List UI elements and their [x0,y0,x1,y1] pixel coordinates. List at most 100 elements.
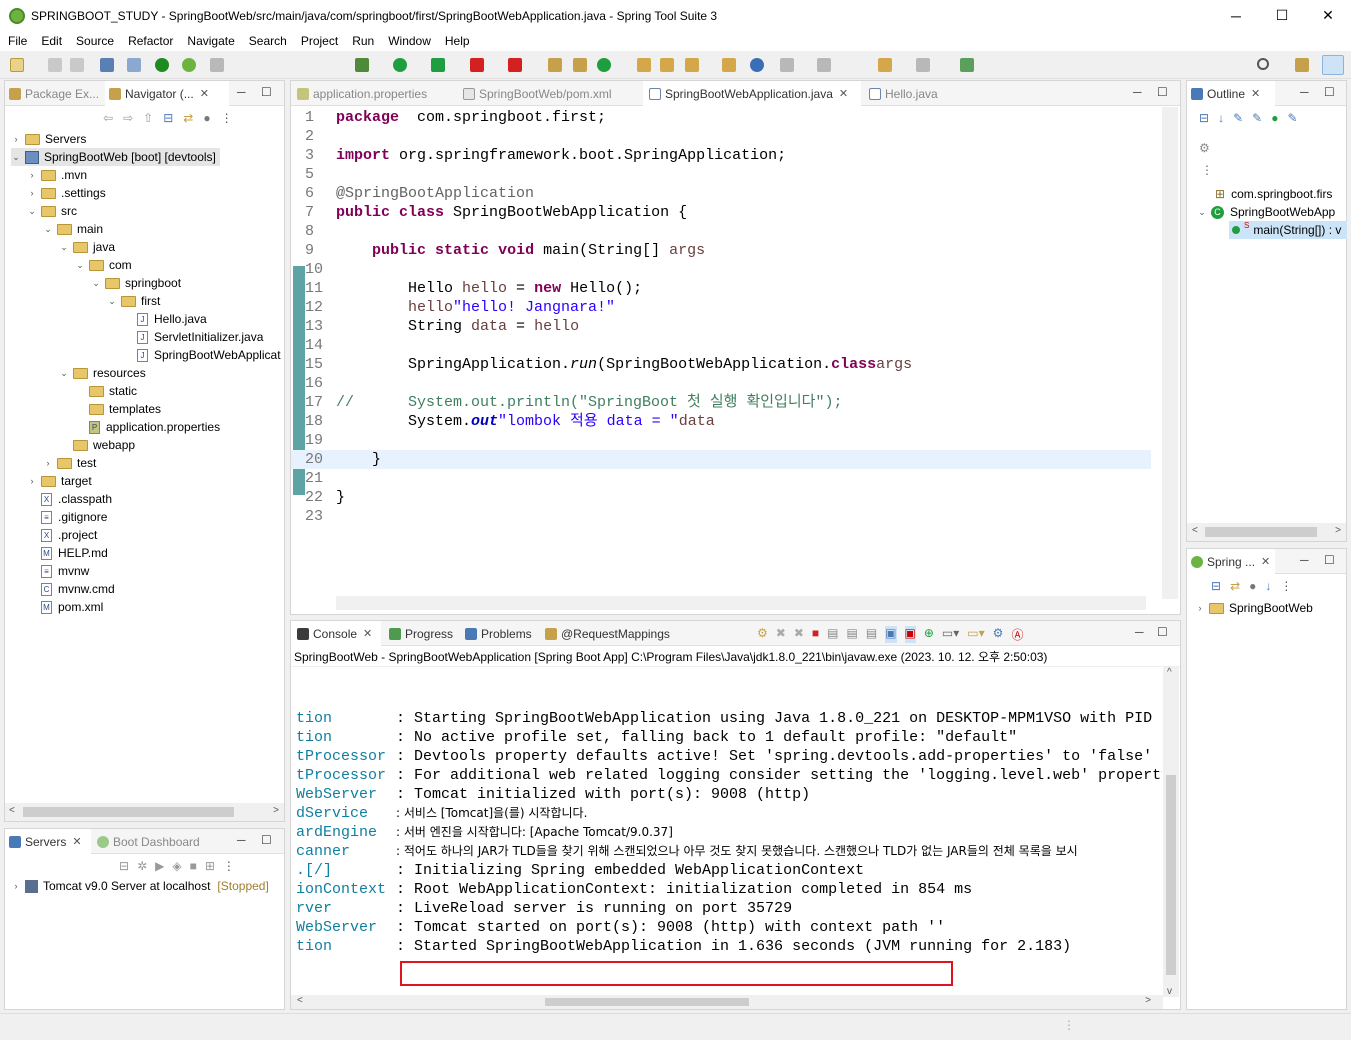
collapse-all-icon[interactable]: ⊟ [1211,579,1221,593]
outline-horizontal-scrollbar[interactable]: < > [1187,523,1346,541]
close-icon[interactable]: ✕ [839,87,848,100]
web-browser-icon[interactable] [750,58,764,72]
hide-fields-icon[interactable]: ✎ [1233,111,1243,125]
tree-item[interactable]: J SpringBootWebApplicat [123,346,281,364]
expand-icon[interactable]: › [1195,603,1205,613]
minimize-view-icon[interactable]: ─ [237,833,246,847]
tree-item[interactable]: Cmvnw.cmd [27,580,115,598]
menu-refactor[interactable]: Refactor [121,34,180,48]
server-item-tomcat[interactable]: › Tomcat v9.0 Server at localhost [Stopp… [11,877,269,895]
back-icon[interactable]: ⇦ [103,111,113,127]
skip-breakpoints-icon[interactable] [127,58,141,72]
show-on-stderr-icon[interactable]: ▣ [904,626,916,643]
minimize-view-icon[interactable]: ─ [1133,85,1142,99]
maximize-view-icon[interactable]: ☐ [1324,553,1335,567]
expand-icon[interactable]: › [11,881,21,891]
tab-springbootwebapplication-java[interactable]: SpringBootWebApplication.java ✕ [643,81,861,106]
word-wrap-icon[interactable]: ▤ [866,626,877,643]
relaunch-icon[interactable]: ⚙ [757,626,768,643]
clear-console-icon[interactable]: ▤ [827,626,838,643]
tree-item[interactable]: › .mvn [27,166,88,184]
new-java-project-icon[interactable] [548,58,562,72]
tab-progress[interactable]: Progress [389,621,459,646]
pin-editor-icon[interactable] [960,58,974,72]
tree-item[interactable]: ⌄ java [59,238,115,256]
minimize-view-icon[interactable]: ─ [1300,553,1309,567]
maximize-view-icon[interactable]: ☐ [261,85,272,99]
remove-launch-icon[interactable]: ✖ [776,626,786,643]
menu-edit[interactable]: Edit [34,34,69,48]
tab-spring-explorer[interactable]: Spring ... ✕ [1187,549,1275,574]
tree-item[interactable]: › .settings [27,184,106,202]
outline-item-package[interactable]: ⊞ com.springboot.firs [1215,185,1332,203]
run-icon[interactable] [393,58,407,72]
maximize-button[interactable]: ☐ [1259,0,1305,31]
collapse-icon[interactable]: ⌄ [43,224,53,235]
search-task-icon[interactable] [685,58,699,72]
collapse-icon[interactable]: ⌄ [59,368,69,379]
tree-item[interactable]: M HELP.md [27,544,108,562]
expand-icon[interactable]: › [27,170,37,180]
view-menu-icon[interactable]: ⋮ [1280,579,1292,593]
tree-item[interactable]: ≡ mvnw [27,562,89,580]
minimize-view-icon[interactable]: ─ [237,85,246,99]
expand-icon[interactable]: › [27,476,37,486]
minimize-button[interactable]: ─ [1213,0,1259,31]
tree-item[interactable]: X .project [27,526,97,544]
stop-server-icon[interactable]: ■ [190,859,197,873]
tab-package-explorer[interactable]: Package Ex... [9,81,105,106]
tree-item[interactable]: › test [43,454,97,472]
navigator-horizontal-scrollbar[interactable]: < > [5,803,284,821]
new-class-icon[interactable] [597,58,611,72]
tree-item[interactable]: › target [27,472,92,490]
menu-file[interactable]: File [1,34,34,48]
save-icon[interactable] [48,58,62,72]
focus-icon[interactable]: ⚙ [1199,141,1210,155]
spring-icon[interactable] [182,58,196,72]
tab-hello-java[interactable]: Hello.java [869,81,969,106]
minimize-view-icon[interactable]: ─ [1300,85,1309,99]
collapse-icon[interactable]: ⌄ [1197,207,1207,218]
tab-navigator[interactable]: Navigator (... ✕ [105,81,229,106]
menu-source[interactable]: Source [69,34,121,48]
editor-horizontal-scrollbar[interactable] [336,596,1146,610]
publish-icon[interactable]: ⊞ [205,859,215,873]
close-icon[interactable]: ✕ [363,627,372,640]
console-output[interactable]: tion: Starting SpringBootWebApplication … [291,667,1162,995]
new-package-icon[interactable] [573,58,587,72]
menu-navigate[interactable]: Navigate [180,34,241,48]
spring-item-project[interactable]: › SpringBootWeb [1195,599,1313,617]
close-icon[interactable]: ✕ [1251,87,1260,100]
collapse-icon[interactable]: ⌄ [75,260,85,271]
tree-item[interactable]: Papplication.properties [75,418,220,436]
outline-item-method[interactable]: S main(String[]) : v [1229,221,1348,239]
close-icon[interactable]: ✕ [72,835,81,848]
collapse-all-icon[interactable]: ⊟ [163,111,173,127]
tree-item[interactable]: templates [75,400,161,418]
collapse-all-icon[interactable]: ⊟ [1199,111,1209,125]
forward-icon[interactable] [916,58,930,72]
expand-icon[interactable]: › [11,134,21,144]
spring-perspective-icon[interactable] [1322,55,1344,75]
tab-outline[interactable]: Outline ✕ [1187,81,1275,106]
collapse-icon[interactable]: ⌄ [91,278,101,289]
tab-console[interactable]: Console ✕ [291,621,381,646]
tab-boot-dashboard[interactable]: Boot Dashboard [97,829,217,854]
open-console-icon[interactable]: ▭▾ [967,626,984,643]
terminate-icon[interactable]: ■ [812,626,819,643]
show-on-stdout-icon[interactable]: ▣ [885,626,897,643]
sort-icon[interactable]: ↓ [1218,111,1224,125]
console-vertical-scrollbar[interactable]: ^ v [1163,667,1179,997]
save-all-icon[interactable] [70,58,84,72]
tree-item[interactable]: ≡ .gitignore [27,508,107,526]
tree-item[interactable]: ⌄ main [43,220,103,238]
previous-annotation-icon[interactable] [817,58,831,72]
boot-dashboard-icon[interactable] [155,58,169,72]
minimize-view-icon[interactable]: ─ [1135,625,1144,639]
maximize-view-icon[interactable]: ☐ [1157,625,1168,639]
profile-server-icon[interactable]: ◈ [172,859,181,873]
menu-run[interactable]: Run [345,34,381,48]
link-with-editor-icon[interactable]: ⇄ [183,111,193,127]
maximize-view-icon[interactable]: ☐ [261,833,272,847]
tab-problems[interactable]: Problems [465,621,539,646]
